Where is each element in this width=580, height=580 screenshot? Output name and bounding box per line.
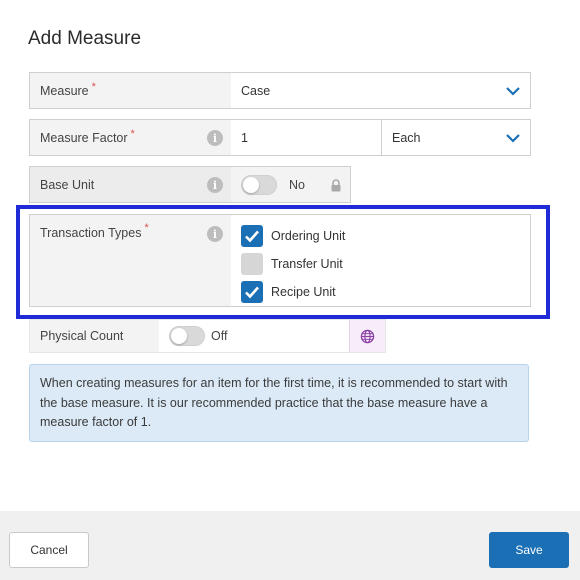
chevron-down-icon: [506, 87, 520, 96]
save-button[interactable]: Save: [489, 532, 569, 568]
base-unit-label: Base Unit: [40, 177, 95, 192]
physical-count-label-cell: Physical Count: [30, 320, 159, 352]
measure-factor-row: Measure Factor * i 1 Each: [29, 119, 531, 156]
physical-count-toggle[interactable]: [169, 326, 205, 346]
transaction-types-row: Transaction Types * i Ordering Unit Tran…: [29, 214, 531, 307]
check-icon: [245, 230, 259, 243]
measure-row: Measure * Case: [29, 72, 531, 109]
base-unit-label-cell: Base Unit i: [30, 167, 231, 202]
measure-select[interactable]: Case: [231, 73, 530, 108]
globe-button[interactable]: [349, 320, 385, 352]
ordering-unit-checkbox[interactable]: [241, 225, 263, 247]
info-icon[interactable]: i: [207, 177, 223, 193]
measure-label: Measure: [40, 83, 89, 98]
measure-factor-label: Measure Factor: [40, 130, 128, 145]
measure-factor-unit-select[interactable]: Each: [382, 120, 530, 155]
measure-factor-input[interactable]: 1: [231, 120, 382, 155]
option-recipe-unit[interactable]: Recipe Unit: [241, 278, 530, 306]
option-ordering-unit[interactable]: Ordering Unit: [241, 222, 530, 250]
measure-factor-unit-value: Each: [392, 130, 421, 145]
transaction-types-label-cell: Transaction Types * i: [30, 215, 231, 306]
info-icon[interactable]: i: [207, 130, 223, 146]
chevron-down-icon: [506, 134, 520, 143]
measure-factor-label-cell: Measure Factor * i: [30, 120, 231, 155]
check-icon: [245, 286, 259, 299]
base-unit-toggle: [241, 174, 277, 195]
transfer-unit-checkbox[interactable]: [241, 253, 263, 275]
physical-count-row: Physical Count Off: [29, 319, 386, 353]
globe-icon: [360, 329, 375, 343]
measure-factor-value: 1: [241, 130, 248, 145]
measure-value: Case: [241, 83, 271, 98]
required-marker: *: [144, 222, 149, 234]
dialog-title: Add Measure: [28, 28, 142, 49]
transaction-types-options: Ordering Unit Transfer Unit Recipe Unit: [231, 215, 530, 306]
base-unit-toggle-text: No: [289, 177, 305, 192]
option-transfer-unit[interactable]: Transfer Unit: [241, 250, 530, 278]
required-marker: *: [130, 127, 135, 140]
info-icon[interactable]: i: [207, 226, 223, 242]
physical-count-toggle-text: Off: [211, 329, 228, 343]
recipe-unit-label: Recipe Unit: [271, 285, 336, 299]
physical-count-toggle-cell: Off: [159, 320, 349, 352]
measure-label-cell: Measure *: [30, 73, 231, 108]
required-marker: *: [91, 80, 96, 93]
lock-icon: [331, 179, 341, 192]
info-notice: When creating measures for an item for t…: [29, 364, 529, 442]
ordering-unit-label: Ordering Unit: [271, 229, 346, 243]
recipe-unit-checkbox[interactable]: [241, 281, 263, 303]
physical-count-label: Physical Count: [40, 329, 124, 343]
cancel-button[interactable]: Cancel: [9, 532, 89, 568]
base-unit-row: Base Unit i No: [29, 166, 351, 203]
transaction-types-label: Transaction Types: [40, 226, 142, 240]
dialog-footer: Cancel Save: [0, 511, 580, 580]
base-unit-toggle-cell: No: [231, 167, 350, 202]
transfer-unit-label: Transfer Unit: [271, 257, 343, 271]
